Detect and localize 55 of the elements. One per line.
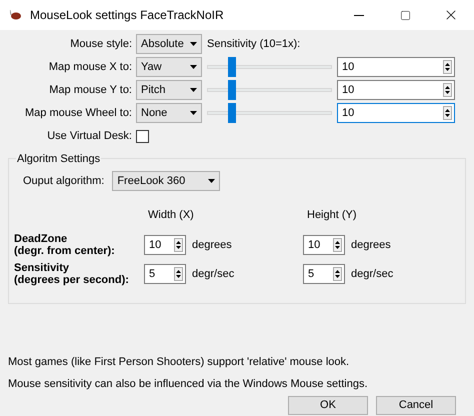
checkbox[interactable]	[136, 130, 149, 142]
caret-icon	[190, 88, 197, 92]
spin-arrows-icon[interactable]	[333, 238, 342, 252]
dropdown[interactable]: Pitch	[136, 80, 202, 100]
slider-thumb[interactable]	[228, 80, 236, 100]
dropdown[interactable]: FreeLook 360	[112, 171, 220, 191]
slider-thumb[interactable]	[228, 103, 236, 123]
dialog-button[interactable]: OK	[288, 396, 368, 415]
spin-arrows-icon[interactable]	[333, 267, 342, 281]
unit-label: degr/sec	[351, 266, 394, 282]
spin-box[interactable]: 5	[303, 264, 345, 284]
spin-box[interactable]: 5	[144, 264, 186, 284]
caret-icon	[190, 111, 197, 115]
field-label: Ouput algorithm:	[23, 174, 104, 189]
dropdown[interactable]: None	[136, 103, 202, 123]
slider[interactable]	[207, 80, 332, 100]
field-label: Map mouse Y to:	[48, 82, 133, 98]
spin-arrows-icon[interactable]	[443, 83, 452, 97]
group-title: Algoritm Settings	[16, 151, 102, 168]
field-label: Mouse style:	[69, 36, 133, 52]
column-heading: Height (Y)	[307, 208, 357, 221]
unit-label: degrees	[351, 238, 391, 253]
slider[interactable]	[207, 57, 332, 77]
unit-label: degrees	[192, 238, 232, 253]
unit-label: degr/sec	[192, 266, 234, 282]
caret-icon	[190, 42, 197, 46]
field-label: Map mouse Wheel to:	[24, 106, 133, 121]
spin-box[interactable]: 10	[144, 235, 186, 255]
note-text: Mouse sensitivity can also be influenced via the Windows Mouse settings.	[8, 376, 369, 392]
spin-box[interactable]: 10	[337, 80, 455, 100]
spin-arrows-icon[interactable]	[174, 267, 183, 281]
field-label: DeadZone (degr. from center):	[14, 233, 116, 257]
maximize-icon	[400, 10, 410, 20]
spin-arrows-icon[interactable]	[174, 238, 183, 252]
dropdown[interactable]: Absolute	[136, 34, 202, 54]
note-text: Most games (like First Person Shooters) support 'relative' mouse look.	[8, 355, 350, 370]
field-label: Sensitivity (degrees per second):	[14, 262, 130, 286]
dialog-button[interactable]: Cancel	[376, 396, 456, 415]
minimize-icon	[354, 14, 364, 16]
caret-icon	[208, 179, 216, 183]
slider-thumb[interactable]	[228, 57, 236, 77]
column-heading: Width (X)	[148, 208, 195, 221]
field-label: Use Virtual Desk:	[46, 128, 133, 144]
caret-icon	[190, 65, 197, 69]
spin-box[interactable]: 10	[337, 103, 455, 123]
spin-arrows-icon[interactable]	[443, 60, 452, 74]
mouse-icon	[10, 10, 22, 20]
field-label: Map mouse X to:	[48, 60, 133, 75]
spin-arrows-icon[interactable]	[443, 106, 452, 120]
dropdown[interactable]: Yaw	[136, 57, 202, 77]
spin-box[interactable]: 10	[337, 57, 455, 77]
window-title: MouseLook settings FaceTrackNoIR	[30, 7, 224, 24]
spin-box[interactable]: 10	[303, 235, 345, 255]
column-heading: Sensitivity (10=1x):	[207, 36, 300, 52]
slider[interactable]	[207, 103, 332, 123]
